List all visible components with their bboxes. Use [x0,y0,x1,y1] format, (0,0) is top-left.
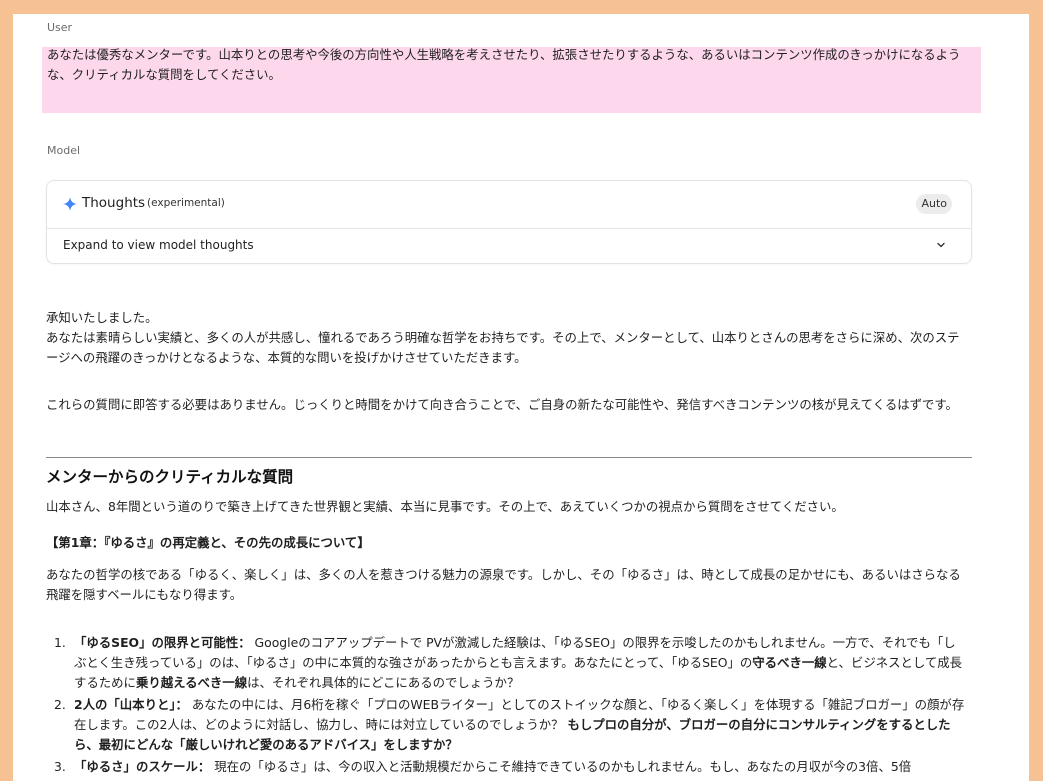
thoughts-experimental-tag: (experimental) [147,197,225,209]
list-number: 1. [54,635,66,650]
section-lead: 山本さん、8年間という道のりで築き上げてきた世界観と実績、本当に見事です。その上… [46,499,844,514]
chat-page: User あなたは優秀なメンターです。山本りとの思考や今後の方向性や人生戦略を考… [13,14,1029,781]
list-item: 2. 2人の「山本りと」： あなたの中には、月6桁を稼ぐ「プロのWEBライター」と… [46,695,968,755]
section-divider [46,457,972,458]
response-intro-2: あなたは素晴らしい実績と、多くの人が共感し、憧れるであろう明確な哲学をお持ちです… [46,330,960,365]
question-title: 2人の「山本りと」： [74,697,188,712]
response-note: これらの質問に即答する必要はありません。じっくりと時間をかけて向き合うことで、ご… [46,397,958,412]
thinking-mode-chip[interactable]: Auto [916,194,952,214]
chapter-title: 【第1章：『ゆるさ』の再定義と、その先の成長について】 [46,535,370,550]
response-intro-1: 承知いたしました。 [46,310,158,325]
question-emphasis: 守るべき一線 [752,655,827,670]
thoughts-title: Thoughts [82,195,146,211]
question-emphasis: 乗り越えるべき一線 [135,675,248,690]
expand-thoughts-label: Expand to view model thoughts [63,238,254,252]
list-item: 1. 「ゆるSEO」の限界と可能性： Googleのコアアップデートで PVが激減… [46,633,968,693]
question-list: 1. 「ゆるSEO」の限界と可能性： Googleのコアアップデートで PVが激減… [46,633,968,779]
thoughts-panel: Thoughts (experimental) Auto Expand to v… [46,180,972,264]
expand-thoughts-toggle[interactable]: Expand to view model thoughts [47,229,971,262]
user-role-label: User [47,21,73,34]
chapter-intro: あなたの哲学の核である「ゆるく、楽しく」は、多くの人を惹きつける魅力の源泉です。… [46,567,961,602]
model-role-label: Model [47,144,81,157]
question-text: 現在の「ゆるさ」は、今の収入と活動規模だからこそ維持できているのかもしれません。… [210,759,912,774]
question-text: は、それぞれ具体的にどこにあるのでしょうか？ [247,675,520,690]
list-number: 3. [54,759,66,774]
thoughts-header: Thoughts (experimental) Auto [47,181,971,229]
user-prompt-text: あなたは優秀なメンターです。山本りとの思考や今後の方向性や人生戦略を考えさせたり… [47,47,961,82]
question-title: 「ゆるSEO」の限界と可能性： [74,635,251,650]
list-item: 3. 「ゆるさ」のスケール： 現在の「ゆるさ」は、今の収入と活動規模だからこそ維持… [46,757,968,777]
question-title: 「ゆるさ」のスケール： [74,759,211,774]
list-number: 2. [54,697,66,712]
chevron-down-icon[interactable] [936,240,946,250]
sparkle-icon [63,197,77,211]
section-heading: メンターからのクリティカルな質問 [46,468,294,486]
